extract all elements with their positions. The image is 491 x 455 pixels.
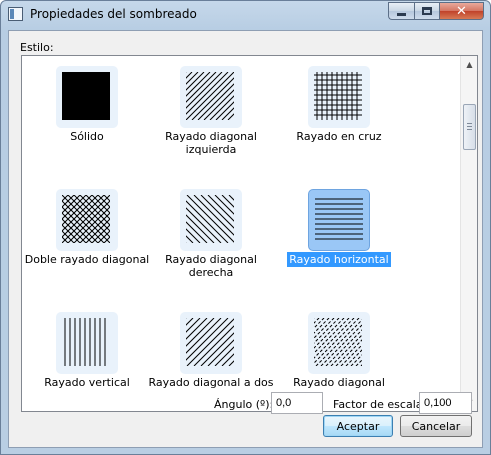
style-item-double-diag[interactable]: Doble rayado diagonal (22, 189, 152, 299)
close-button[interactable]: ✕ (440, 2, 484, 20)
window-controls: ✕ (388, 2, 484, 20)
style-item-label: Rayado diagonal (293, 376, 385, 389)
cancel-button[interactable]: Cancelar (400, 415, 472, 437)
style-item-label: Rayado diagonal izquierda (165, 130, 257, 156)
style-item-label: Rayado diagonal derecha (165, 253, 257, 279)
style-item-label: Rayado horizontal (287, 252, 391, 267)
style-item-label: Rayado diagonal a dos (148, 376, 274, 389)
style-item-cross[interactable]: Rayado en cruz (274, 66, 404, 176)
diag-two-pattern-icon (180, 312, 242, 374)
diag-left-pattern-icon (180, 66, 242, 128)
vertical-scrollbar[interactable]: ▲ ▼ (460, 56, 477, 411)
scale-label: Factor de escala: (333, 398, 427, 411)
style-item-vertical[interactable]: Rayado vertical (22, 312, 152, 411)
style-item-label: Rayado en cruz (296, 130, 382, 143)
minimize-icon (397, 12, 406, 16)
style-item-label: Doble rayado diagonal (24, 253, 150, 266)
scrollbar-thumb[interactable] (463, 104, 476, 150)
scale-input[interactable] (419, 392, 472, 414)
scroll-up-arrow-icon[interactable]: ▲ (461, 56, 477, 73)
estilo-label: Estilo: (20, 41, 54, 54)
dialog-body: Estilo: Rayado diagonal Rayado diagonal a… (8, 30, 483, 448)
solid-pattern-icon (56, 66, 118, 128)
maximize-icon (422, 7, 432, 15)
accept-button[interactable]: Aceptar (323, 415, 393, 437)
double-diag-pattern-icon (56, 189, 118, 251)
diag-dashed-pattern-icon (308, 312, 370, 374)
horizontal-pattern-icon (308, 189, 370, 251)
angle-label: Ángulo (º): (214, 398, 274, 411)
angle-input[interactable] (271, 392, 323, 414)
style-item-diag-right[interactable]: Rayado diagonal derecha (146, 189, 276, 299)
style-item-solid[interactable]: Sólido (22, 66, 152, 176)
maximize-button[interactable] (414, 2, 440, 20)
title-bar[interactable]: Propiedades del sombreado ✕ (1, 1, 490, 29)
vertical-pattern-icon (56, 312, 118, 374)
cross-pattern-icon (308, 66, 370, 128)
dialog-window: Propiedades del sombreado ✕ Estilo: Raya… (0, 0, 491, 455)
window-title: Propiedades del sombreado (30, 7, 197, 21)
style-item-label: Sólido (70, 130, 104, 143)
close-icon: ✕ (456, 3, 467, 19)
style-item-label: Rayado vertical (44, 376, 130, 389)
diag-right-pattern-icon (180, 189, 242, 251)
style-list[interactable]: Rayado diagonal Rayado diagonal a dos Raya… (21, 55, 478, 412)
minimize-button[interactable] (388, 2, 414, 20)
style-item-diag-left[interactable]: Rayado diagonal izquierda (146, 66, 276, 176)
window-icon (8, 7, 23, 21)
style-item-diag-two[interactable]: Rayado diagonal a dos (146, 312, 276, 411)
style-item-horizontal[interactable]: Rayado horizontal (274, 189, 404, 299)
